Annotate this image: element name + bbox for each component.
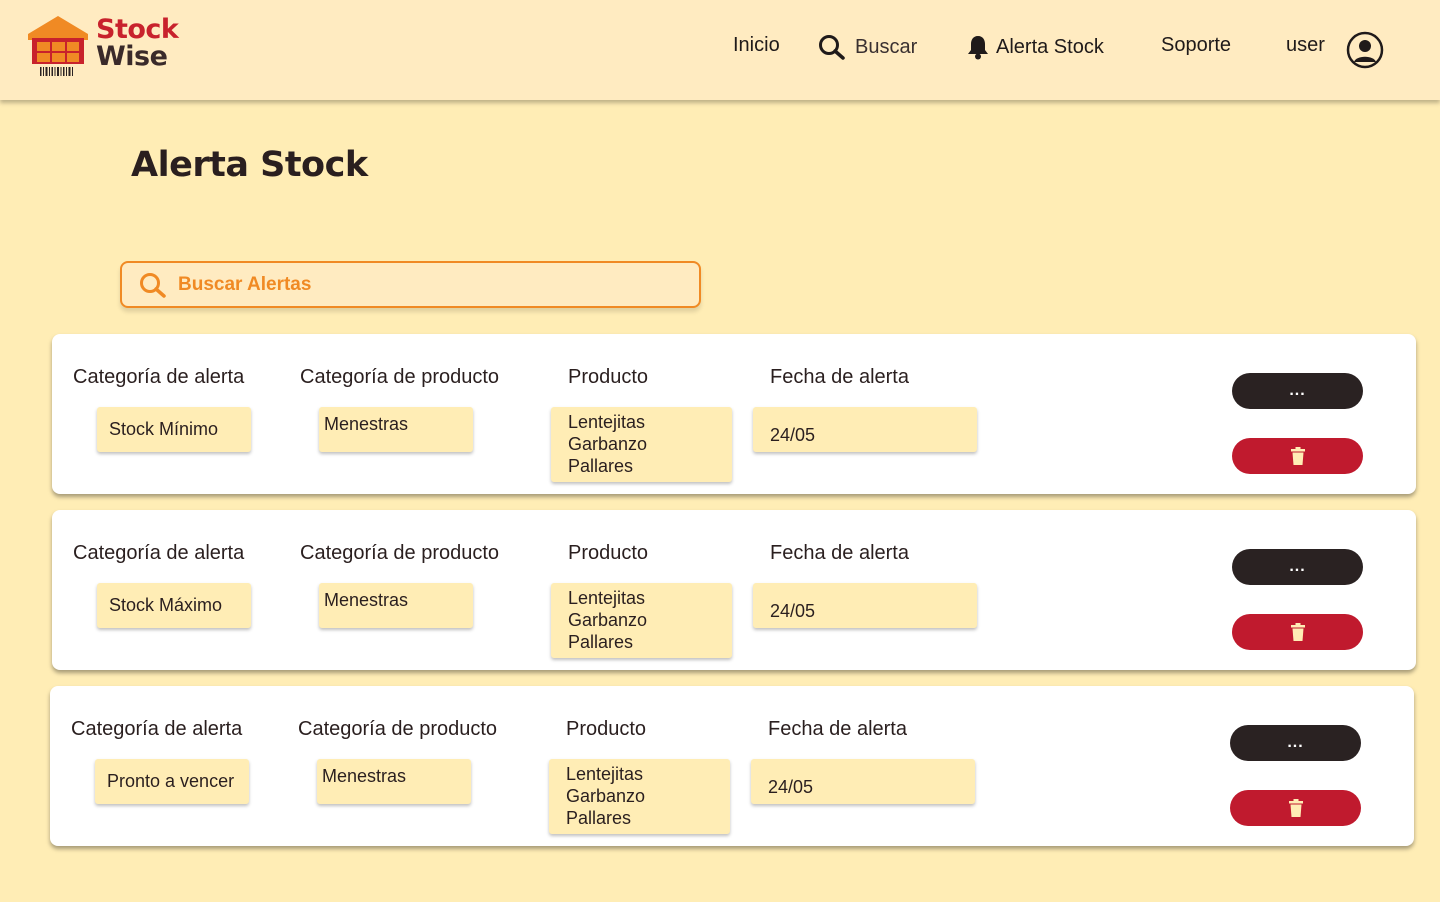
nav-buscar-label: Buscar	[855, 35, 918, 58]
nav-user[interactable]: user	[1286, 34, 1325, 57]
alert-category-field[interactable]: Pronto a vencer	[95, 759, 249, 804]
alert-category-field[interactable]: Stock Máximo	[97, 583, 251, 628]
nav-inicio-label: Inicio	[733, 34, 780, 56]
trash-icon	[1290, 447, 1305, 465]
label-fecha-alerta: Fecha de alerta	[770, 542, 909, 564]
label-producto: Producto	[566, 718, 647, 740]
alert-date-field[interactable]: 24/05	[753, 407, 977, 452]
label-categoria-producto: Categoría de producto	[300, 542, 500, 564]
more-options-button[interactable]: ...	[1230, 725, 1361, 761]
warehouse-logo-icon	[28, 16, 88, 76]
alert-date-field[interactable]: 24/05	[753, 583, 977, 628]
trash-icon	[1288, 799, 1303, 817]
label-categoria-alerta: Categoría de alerta	[71, 718, 243, 740]
alert-card: Categoría de alerta Categoría de product…	[52, 334, 1416, 494]
label-producto: Producto	[568, 542, 649, 564]
more-options-label: ...	[1289, 558, 1306, 575]
more-options-button[interactable]: ...	[1232, 373, 1363, 409]
label-categoria-producto: Categoría de producto	[300, 366, 500, 388]
alert-card: Categoría de alerta Categoría de product…	[52, 510, 1416, 670]
logo-wordmark: Stock Wise	[96, 14, 179, 72]
nav-inicio[interactable]: Inicio	[733, 34, 780, 57]
label-fecha-alerta: Fecha de alerta	[768, 718, 907, 740]
logo-line-1: Stock	[96, 14, 179, 45]
label-categoria-alerta: Categoría de alerta	[73, 542, 245, 564]
page-title: Alerta Stock	[131, 145, 368, 185]
search-icon	[140, 272, 166, 298]
more-options-label: ...	[1289, 382, 1306, 399]
nav-user-label: user	[1286, 34, 1325, 56]
user-avatar-icon[interactable]	[1346, 31, 1384, 69]
delete-alert-button[interactable]	[1230, 790, 1361, 826]
search-alerts-input[interactable]	[178, 273, 658, 296]
search-icon	[819, 35, 845, 60]
products-field[interactable]: Lentejitas Garbanzo Pallares	[549, 759, 730, 834]
label-categoria-alerta: Categoría de alerta	[73, 366, 245, 388]
product-category-field[interactable]: Menestras	[319, 407, 473, 452]
more-options-button[interactable]: ...	[1232, 549, 1363, 585]
delete-alert-button[interactable]	[1232, 614, 1363, 650]
trash-icon	[1290, 623, 1305, 641]
nav-alerta-stock-label: Alerta Stock	[996, 35, 1104, 58]
delete-alert-button[interactable]	[1232, 438, 1363, 474]
bell-icon	[968, 36, 988, 60]
nav-alerta-stock[interactable]: Alerta Stock	[966, 34, 1104, 60]
top-navbar: Stock Wise Inicio Buscar Alerta Stock So…	[0, 0, 1440, 100]
alert-card: Categoría de alerta Categoría de product…	[50, 686, 1414, 846]
label-producto: Producto	[568, 366, 649, 388]
label-categoria-producto: Categoría de producto	[298, 718, 498, 740]
nav-soporte[interactable]: Soporte	[1161, 34, 1231, 57]
label-fecha-alerta: Fecha de alerta	[770, 366, 909, 388]
alert-date-field[interactable]: 24/05	[751, 759, 975, 804]
nav-buscar[interactable]: Buscar	[817, 34, 917, 60]
product-category-field[interactable]: Menestras	[317, 759, 471, 804]
search-alerts-box[interactable]	[120, 261, 701, 308]
stockwise-logo[interactable]: Stock Wise	[26, 14, 196, 80]
more-options-label: ...	[1287, 734, 1304, 751]
product-category-field[interactable]: Menestras	[319, 583, 473, 628]
products-field[interactable]: Lentejitas Garbanzo Pallares	[551, 407, 732, 482]
products-field[interactable]: Lentejitas Garbanzo Pallares	[551, 583, 732, 658]
logo-line-2: Wise	[96, 41, 168, 72]
nav-soporte-label: Soporte	[1161, 34, 1232, 56]
alert-category-field[interactable]: Stock Mínimo	[97, 407, 251, 452]
